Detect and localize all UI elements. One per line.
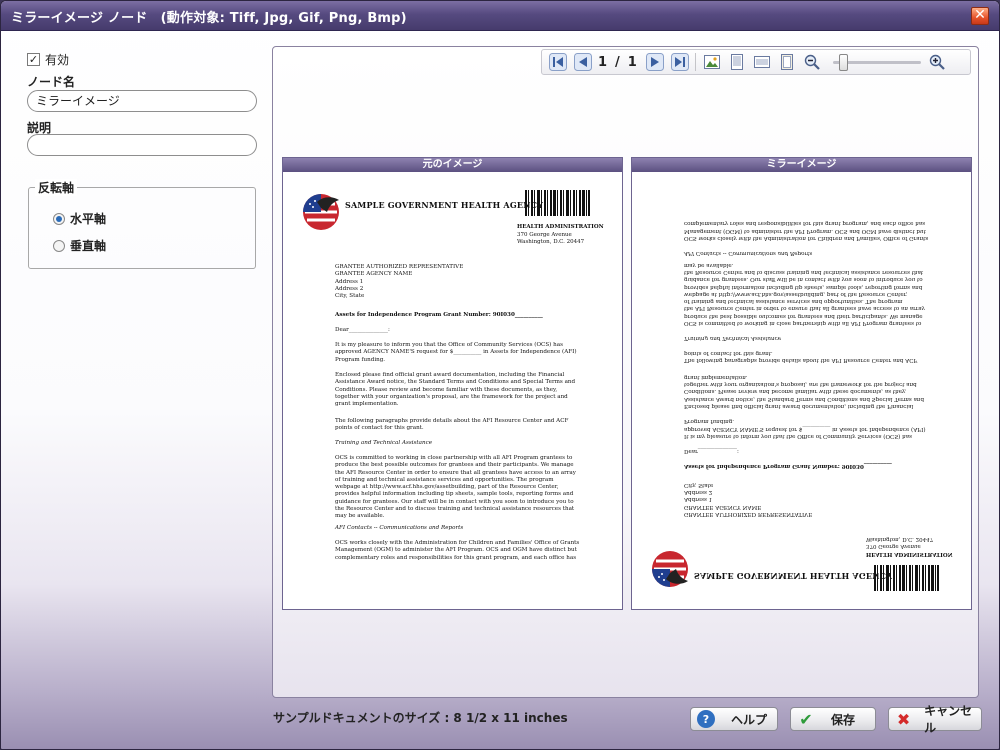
mirror-image-panel: ミラーイメージ SAMPLE GOVERNMENT HEALTH AGENCY — [631, 157, 972, 610]
toolbar-separator — [694, 53, 696, 71]
agency-name: SAMPLE GOVERNMENT HEALTH AGENCY — [345, 200, 544, 210]
zoom-in-icon[interactable] — [927, 52, 947, 72]
paragraph-1: It is my pleasure to inform you that the… — [684, 418, 926, 439]
paragraph-2: Enclosed please find official grant awar… — [335, 372, 576, 408]
description-field[interactable] — [27, 134, 257, 156]
zoom-slider-thumb[interactable] — [838, 53, 848, 71]
paragraph-5: OCS works closely with the Administratio… — [335, 540, 580, 561]
fit-page-icon[interactable] — [727, 52, 747, 72]
heading-training: Training and Technical Assistance — [684, 335, 782, 341]
help-button[interactable]: ? ヘルプ — [690, 707, 778, 731]
agency-seal — [652, 551, 688, 587]
salutation: Dear______________: — [335, 327, 390, 333]
agency-seal — [303, 194, 339, 230]
paragraph-4: OCS is committed to working in close par… — [684, 261, 925, 326]
original-image-panel: 元のイメージ SAMPLE GOVERNMENT HEALTH AGENCY H… — [282, 157, 623, 610]
horizontal-axis-option[interactable]: 水平軸 — [53, 210, 106, 227]
recipient-line: City, State — [335, 293, 365, 300]
recipient-block: GRANTEE AUTHORIZED REPRESENTATIVE GRANTE… — [684, 481, 929, 517]
zoom-slider[interactable] — [832, 53, 921, 71]
salutation: Dear______________: — [684, 448, 739, 454]
current-page: 1 — [598, 54, 608, 70]
recipient-line: Address 2 — [335, 285, 364, 292]
original-document: SAMPLE GOVERNMENT HEALTH AGENCY HEALTH A… — [283, 172, 622, 609]
mirror-image-node-dialog: ミラーイメージ ノード (動作対象: Tiff, Jpg, Gif, Png, … — [0, 0, 1000, 750]
x-icon: ✖ — [896, 709, 911, 729]
cancel-button[interactable]: ✖ キャンセル — [888, 704, 982, 735]
street-line: 370 George Avenue — [866, 543, 921, 550]
flip-axis-legend: 反転軸 — [35, 179, 78, 196]
recipient-line: City, State — [684, 481, 714, 488]
mirrored-document: SAMPLE GOVERNMENT HEALTH AGENCY HEALTH A… — [632, 172, 971, 609]
paragraph-1: It is my pleasure to inform you that the… — [335, 342, 577, 363]
document-barcode — [874, 565, 939, 591]
help-button-label: ヘルプ — [731, 712, 768, 727]
previous-page-icon[interactable] — [573, 52, 593, 72]
last-page-icon[interactable] — [670, 52, 690, 72]
agency-name: SAMPLE GOVERNMENT HEALTH AGENCY — [694, 571, 893, 581]
horizontal-axis-label: 水平軸 — [70, 212, 107, 226]
vertical-axis-option[interactable]: 垂直軸 — [53, 237, 106, 254]
subject-line: Assets for Independence Program Grant Nu… — [684, 463, 892, 469]
admin-line: HEALTH ADMINISTRATION — [517, 224, 604, 230]
cancel-button-label: キャンセル — [924, 704, 973, 735]
recipient-line: Address 2 — [684, 489, 713, 496]
vertical-axis-radio[interactable] — [53, 239, 65, 252]
horizontal-axis-radio[interactable] — [53, 212, 65, 225]
recipient-line: GRANTEE AUTHORIZED REPRESENTATIVE — [335, 264, 464, 270]
recipient-line: GRANTEE AGENCY NAME — [684, 503, 762, 510]
enabled-checkbox-row[interactable]: ✓ 有効 — [27, 51, 69, 68]
node-name-label: ノード名 — [27, 75, 76, 89]
heading-training: Training and Technical Assistance — [335, 440, 433, 446]
close-icon[interactable]: ✕ — [971, 7, 989, 25]
recipient-line: GRANTEE AUTHORIZED REPRESENTATIVE — [684, 511, 813, 517]
window-title: ミラーイメージ ノード (動作対象: Tiff, Jpg, Gif, Png, … — [11, 11, 407, 26]
city-line: Washington, D.C. 20447 — [866, 536, 934, 542]
heading-contacts: AFI Contacts -- Communications and Repor… — [684, 250, 813, 256]
enabled-label: 有効 — [45, 53, 70, 67]
sample-document-size: サンプルドキュメントのサイズ : 8 1/2 x 11 inches — [273, 711, 568, 725]
image-view-icon[interactable] — [702, 52, 722, 72]
zoom-out-icon[interactable] — [802, 52, 822, 72]
heading-contacts: AFI Contacts -- Communications and Repor… — [335, 525, 464, 531]
first-page-icon[interactable] — [548, 52, 568, 72]
agency-address: HEALTH ADMINISTRATION 370 George Avenue … — [866, 535, 953, 557]
actual-size-icon[interactable] — [777, 52, 797, 72]
node-name-field[interactable]: ミラーイメージ — [27, 90, 257, 112]
flip-axis-group: 反転軸 水平軸 垂直軸 — [28, 179, 256, 269]
save-button-label: 保存 — [831, 712, 856, 727]
title-bar: ミラーイメージ ノード (動作対象: Tiff, Jpg, Gif, Png, … — [1, 1, 999, 31]
city-line: Washington, D.C. 20447 — [517, 239, 585, 245]
paragraph-5: OCS works closely with the Administratio… — [684, 220, 929, 241]
admin-line: HEALTH ADMINISTRATION — [866, 551, 953, 557]
next-page-icon[interactable] — [645, 52, 665, 72]
paragraph-3: The following paragraphs provide details… — [335, 418, 569, 432]
recipient-line: GRANTEE AGENCY NAME — [335, 271, 413, 278]
recipient-line: Address 1 — [684, 496, 713, 503]
street-line: 370 George Avenue — [517, 231, 572, 238]
fit-width-icon[interactable] — [752, 52, 772, 72]
document-barcode — [525, 190, 590, 216]
enabled-checkbox[interactable]: ✓ — [27, 53, 40, 66]
viewer-toolbar: 1 / 1 — [541, 49, 971, 75]
agency-address: HEALTH ADMINISTRATION 370 George Avenue … — [517, 224, 604, 247]
preview-area: 1 / 1 元のイメージ SAMPLE GOVERNMENT HEALTH AG… — [272, 46, 979, 698]
original-image-title: 元のイメージ — [283, 158, 622, 172]
paragraph-2: Enclosed please find official grant awar… — [684, 373, 925, 409]
paragraph-4: OCS is committed to working in close par… — [335, 455, 576, 520]
page-separator: / — [615, 54, 620, 70]
checkmark-icon: ✔ — [799, 709, 813, 729]
save-button[interactable]: ✔ 保存 — [790, 707, 876, 731]
help-icon: ? — [697, 710, 715, 728]
recipient-block: GRANTEE AUTHORIZED REPRESENTATIVE GRANTE… — [335, 264, 580, 300]
mirror-image-title: ミラーイメージ — [632, 158, 971, 172]
subject-line: Assets for Independence Program Grant Nu… — [335, 312, 543, 318]
paragraph-3: The following paragraphs provide details… — [684, 349, 918, 363]
total-pages: 1 — [627, 54, 637, 70]
vertical-axis-label: 垂直軸 — [70, 239, 107, 253]
recipient-line: Address 1 — [335, 278, 364, 285]
